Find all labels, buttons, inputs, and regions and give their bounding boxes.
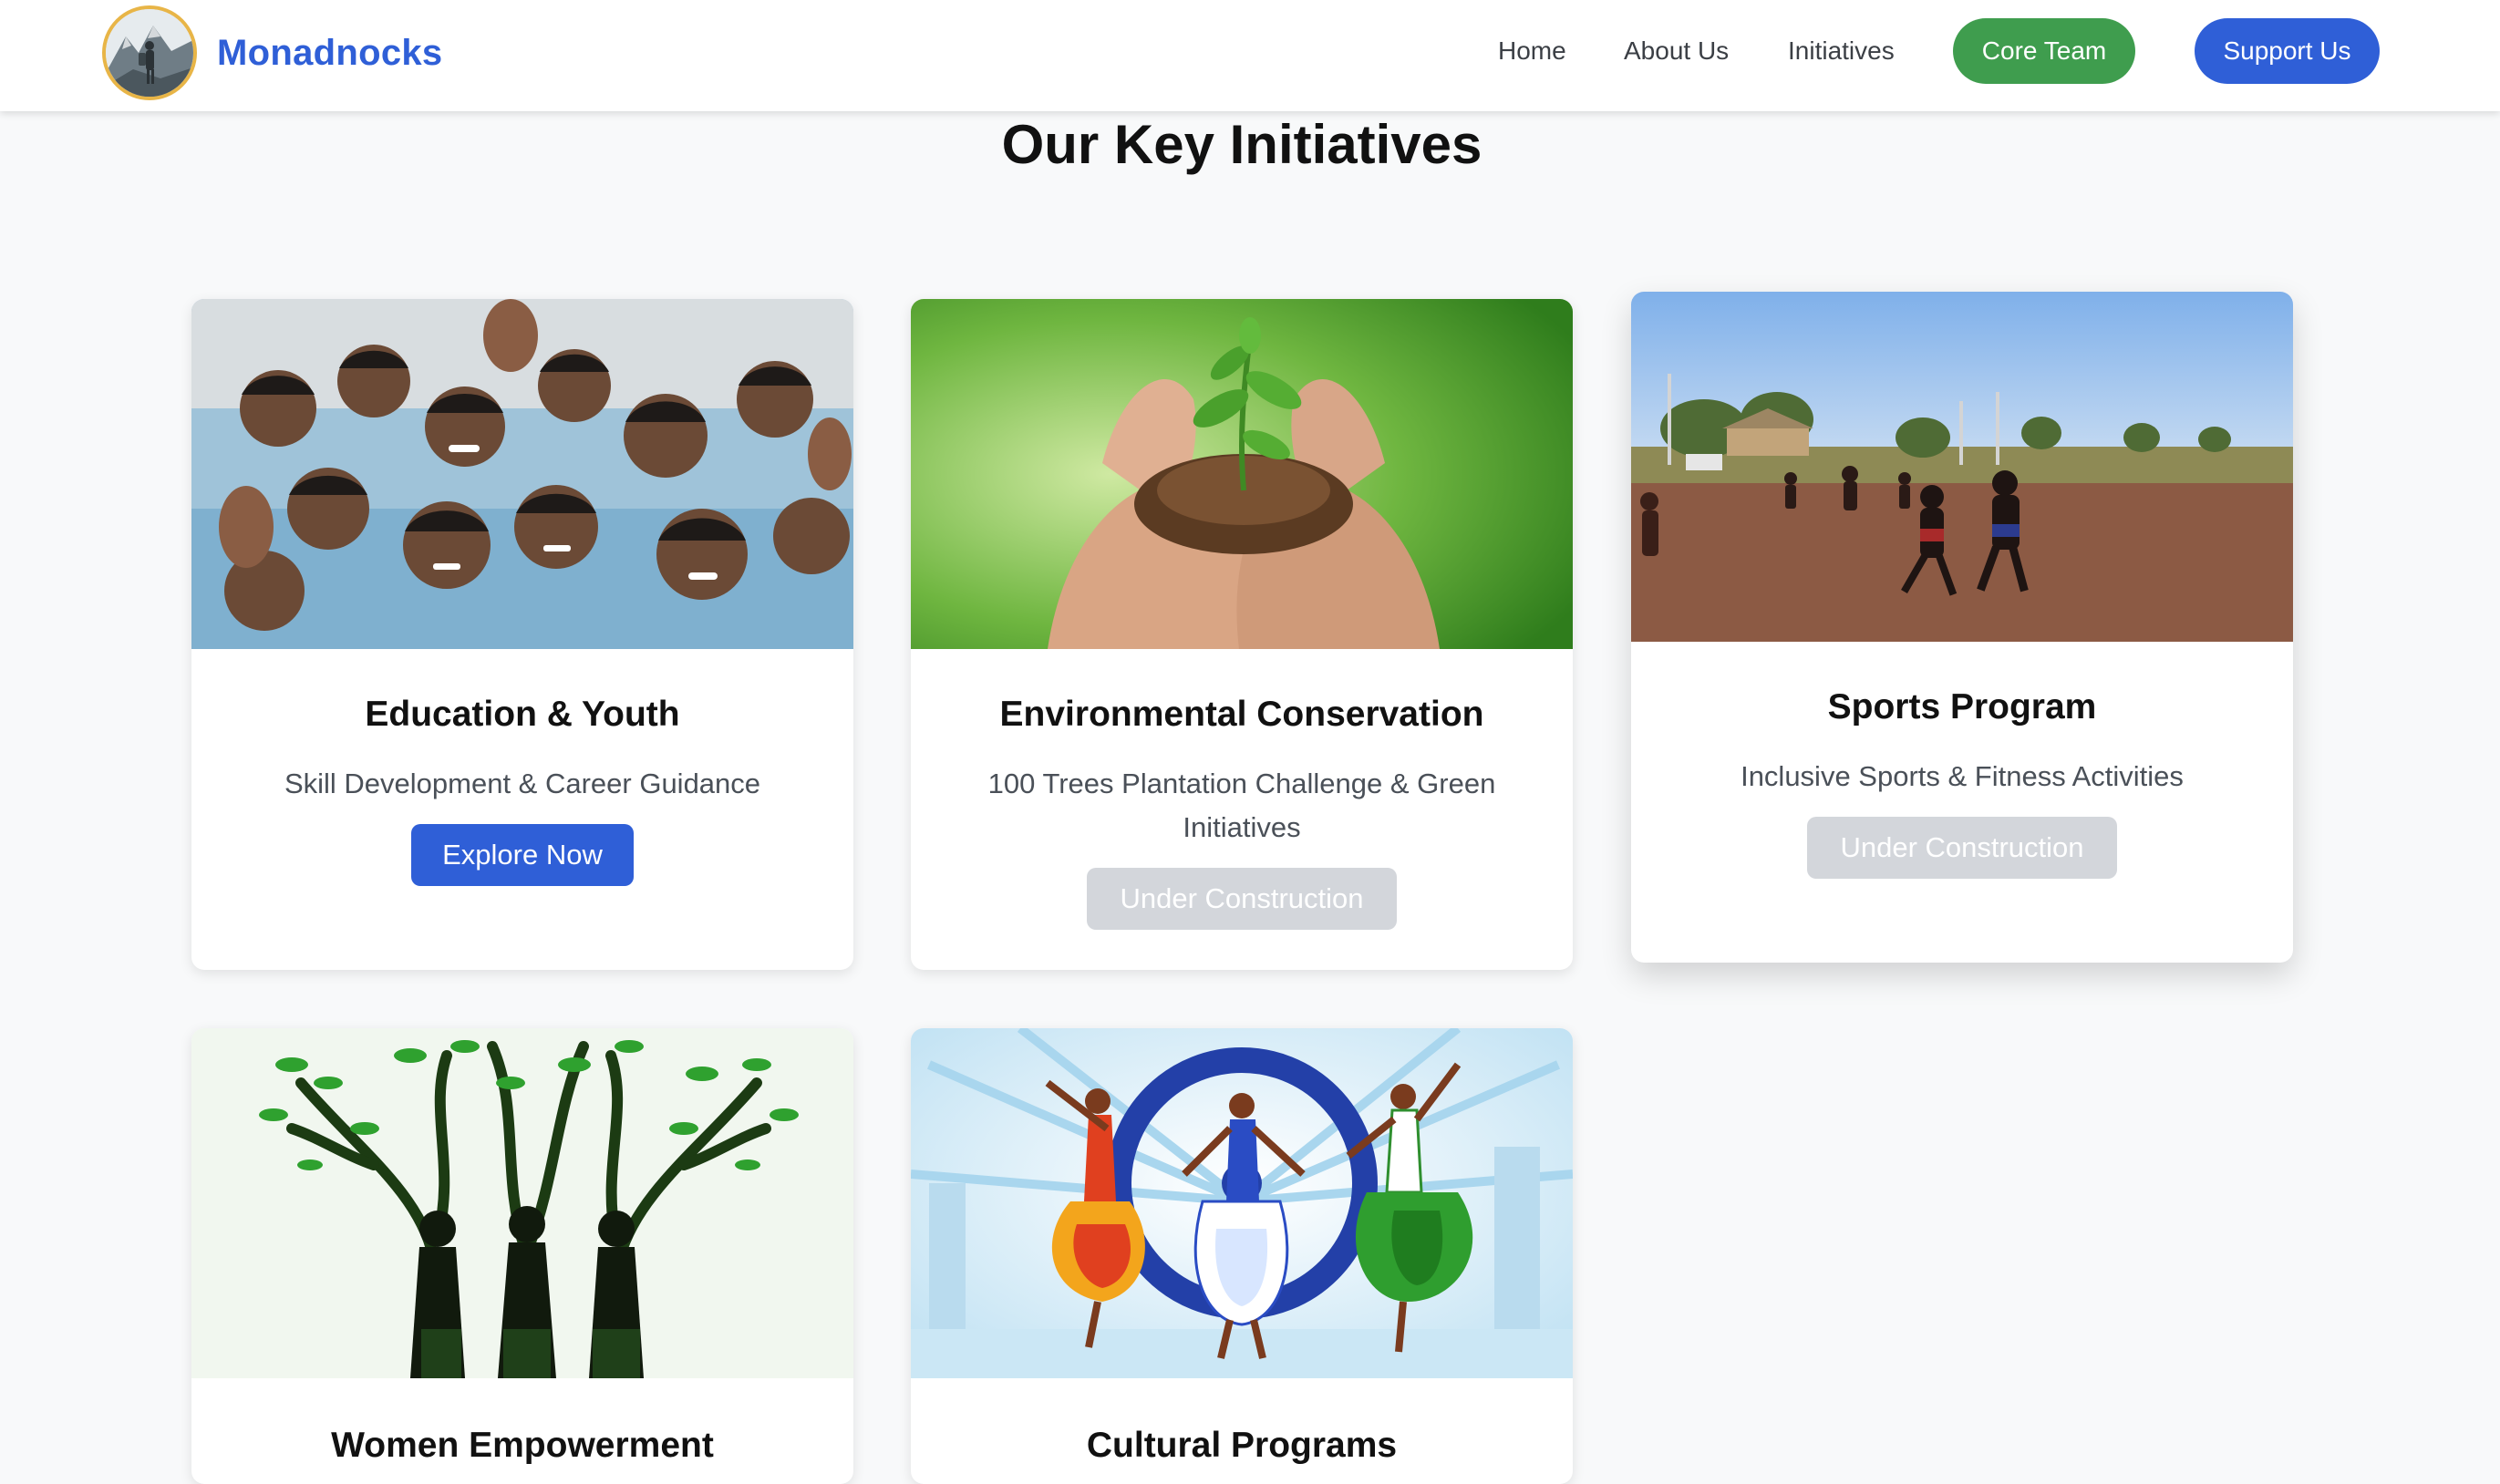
core-team-button[interactable]: Core Team xyxy=(1953,18,2135,84)
nav-initiatives-link[interactable]: Initiatives xyxy=(1788,36,1895,66)
card-description: Skill Development & Career Guidance xyxy=(284,768,761,799)
initiative-card-education: Education & Youth Skill Development & Ca… xyxy=(191,299,853,970)
nav-home-link[interactable]: Home xyxy=(1498,36,1566,66)
women-tree-silhouette-illustration xyxy=(191,1028,853,1378)
explore-now-button[interactable]: Explore Now xyxy=(411,824,634,886)
card-title: Women Empowerment xyxy=(331,1426,714,1465)
navbar: Monadnocks Home About Us Initiatives Cor… xyxy=(0,0,2500,111)
nav-about-link[interactable]: About Us xyxy=(1624,36,1729,66)
card-title: Education & Youth xyxy=(365,695,680,734)
hands-holding-seedling-photo xyxy=(911,299,1573,649)
indian-classical-dancers-illustration xyxy=(911,1028,1573,1378)
under-construction-button[interactable]: Under Construction xyxy=(1807,817,2117,879)
page-title: Our Key Initiatives xyxy=(1001,114,1482,175)
card-title: Sports Program xyxy=(1827,687,2097,727)
students-group-photo xyxy=(191,299,853,649)
card-description: Inclusive Sports & Fitness Activities xyxy=(1741,760,2184,792)
card-description: 100 Trees Plantation Challenge & Green I… xyxy=(987,768,1496,843)
initiative-card-women-empowerment: Women Empowerment xyxy=(191,1028,853,1484)
children-running-field-photo xyxy=(1631,292,2293,642)
initiative-card-environment: Environmental Conservation 100 Trees Pla… xyxy=(911,299,1573,970)
initiative-card-cultural-programs: Cultural Programs xyxy=(911,1028,1573,1484)
support-us-button[interactable]: Support Us xyxy=(2195,18,2380,84)
main-nav: Home About Us Initiatives Core Team Supp… xyxy=(0,0,2500,102)
card-title: Environmental Conservation xyxy=(999,695,1484,734)
card-title: Cultural Programs xyxy=(1086,1426,1398,1465)
initiative-card-sports: Sports Program Inclusive Sports & Fitnes… xyxy=(1631,292,2293,963)
under-construction-button[interactable]: Under Construction xyxy=(1087,868,1397,930)
